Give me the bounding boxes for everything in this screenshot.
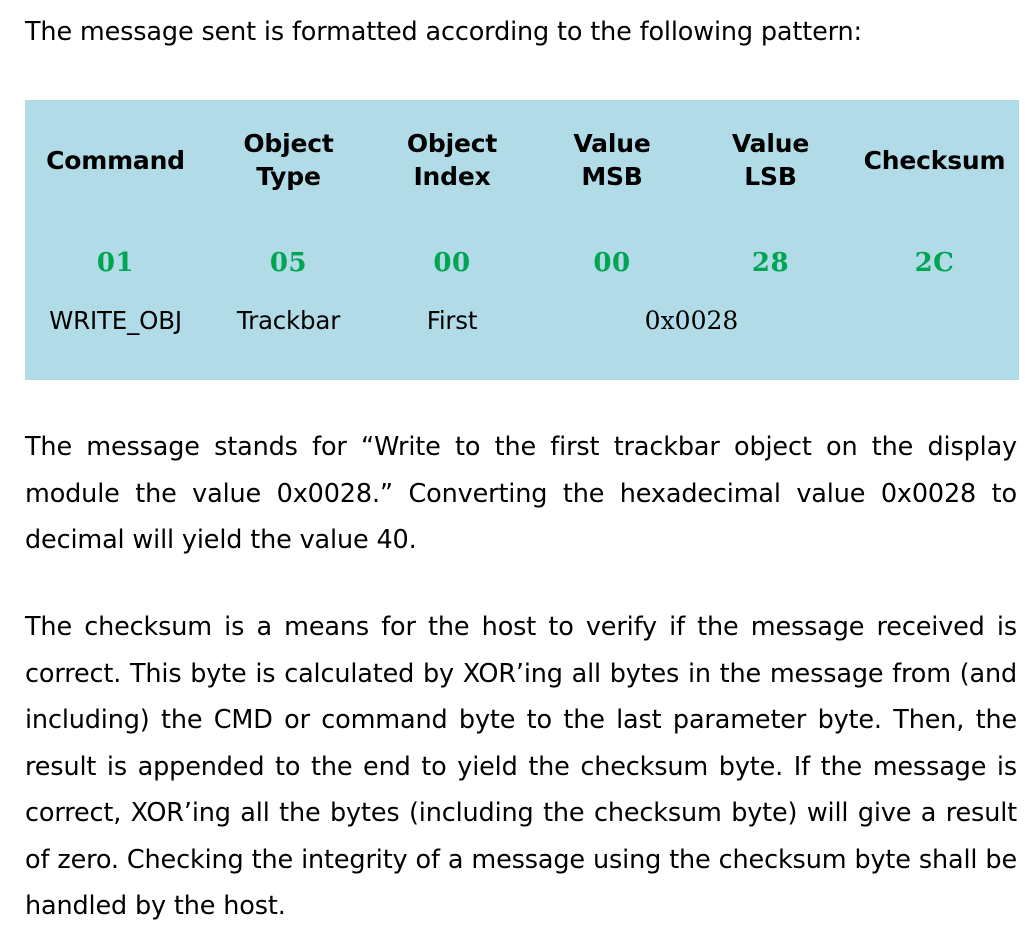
header-label-object-type-line2: Type [256,162,321,191]
protocol-byte-table: Command Object Type Object Index Value M… [25,100,1019,388]
paragraph-checksum-explanation: The checksum is a means for the host to … [25,612,1017,921]
table-hex-values-row: 01 05 00 00 28 2C [25,224,1019,302]
header-label-value-lsb-line1: Value [731,129,810,158]
header-cell-object-index: Object Index [371,100,533,224]
document-page: The message sent is formatted according … [0,0,1025,921]
hex-cell-object-index: 00 [433,248,471,278]
header-label-value-msb-line1: Value [573,129,651,158]
hex-cell-object-type: 05 [269,248,308,278]
hex-cell-value-msb: 00 [593,248,631,278]
table-meaning-row: WRITE_OBJ Trackbar First 0x0028 [25,302,1019,388]
header-label-object-index-line2: Index [413,162,491,191]
table-header-row: Command Object Type Object Index Value M… [25,100,1019,224]
header-cell-checksum: Checksum [850,100,1019,224]
meaning-cell-object-index: First [426,306,478,335]
header-label-value-msb-line2: MSB [581,162,643,191]
header-cell-object-type: Object Type [206,100,371,224]
hex-cell-command: 01 [96,248,135,278]
header-label-object-type-line1: Object [243,129,334,158]
header-cell-command: Command [25,100,206,224]
message-format-table: Command Object Type Object Index Value M… [25,100,1019,380]
hex-cell-checksum: 2C [914,248,955,278]
header-label-checksum: Checksum [863,145,1006,175]
header-label-command: Command [46,145,185,175]
paragraph-message-meaning: The message stands for “Write to the fir… [25,432,1017,555]
meaning-cell-command: WRITE_OBJ [49,306,182,335]
header-label-value-lsb-line2: LSB [744,162,797,191]
hex-cell-value-lsb: 28 [751,248,790,278]
header-label-object-index-line1: Object [406,129,498,158]
header-cell-value-lsb: Value LSB [691,100,850,224]
header-cell-value-msb: Value MSB [533,100,691,224]
intro-paragraph: The message sent is formatted according … [25,17,862,47]
meaning-cell-checksum [850,302,1019,388]
meaning-cell-value-combined: 0x0028 [644,306,739,335]
meaning-cell-object-type: Trackbar [236,306,341,335]
